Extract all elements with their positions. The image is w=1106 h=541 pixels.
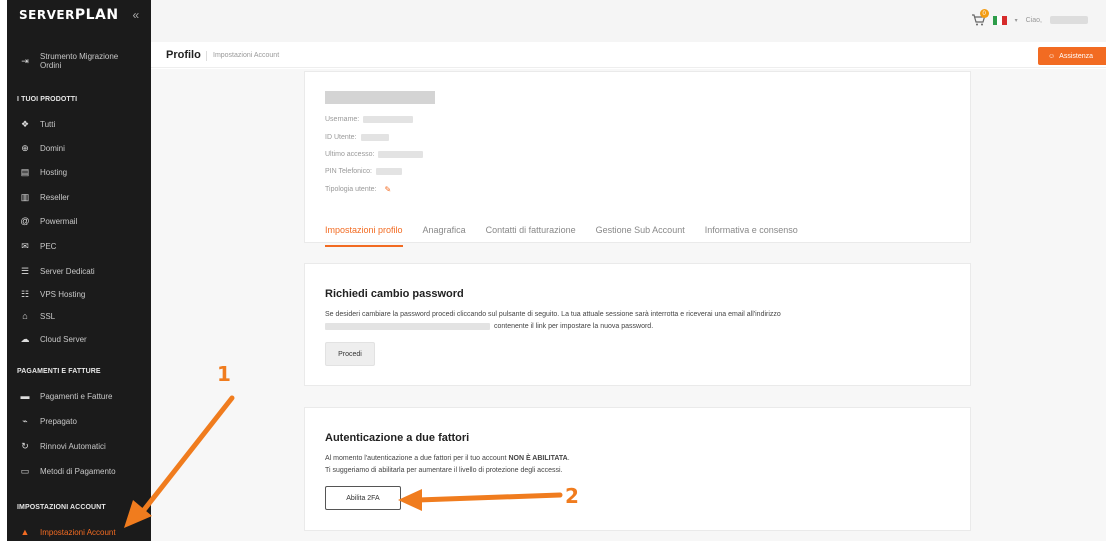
sidebar-item-pagamenti[interactable]: ▬ Pagamenti e Fatture xyxy=(7,390,151,402)
server-icon: ▤ xyxy=(20,166,30,177)
tfa-status-text: Al momento l'autenticazione a due fattor… xyxy=(325,455,570,462)
sidebar-item-server-dedicati[interactable]: ☰ Server Dedicati xyxy=(7,265,151,277)
sidebar-item-hosting[interactable]: ▤ Hosting xyxy=(7,166,151,178)
sidebar-item-prepagato[interactable]: ⌁ Prepagato xyxy=(7,415,151,427)
at-icon: @ xyxy=(20,216,30,226)
cloud-icon: ☁ xyxy=(20,333,30,344)
tab-gestione-sub-account[interactable]: Gestione Sub Account xyxy=(596,225,685,247)
tab-impostazioni-profilo[interactable]: Impostazioni profilo xyxy=(325,225,403,247)
password-description: Se desideri cambiare la password procedi… xyxy=(325,311,781,318)
main-content: Username: ID Utente: Ultimo accesso: PIN… xyxy=(151,69,1106,541)
breadcrumb-divider xyxy=(206,51,207,61)
sidebar-item-vps[interactable]: ☷ VPS Hosting xyxy=(7,288,151,300)
redacted-email xyxy=(325,323,490,330)
reseller-icon: ▥ xyxy=(20,191,30,202)
password-description-line2: contenente il link per impostare la nuov… xyxy=(325,323,653,330)
vps-icon: ☷ xyxy=(20,288,30,299)
sidebar-item-pec[interactable]: ✉ PEC xyxy=(7,240,151,252)
card-icon: ▭ xyxy=(20,465,30,476)
breadcrumb: Profilo Impostazioni Account ☺ Assistenz… xyxy=(151,42,1106,68)
pin-row: PIN Telefonico: xyxy=(325,168,402,175)
sidebar-item-impostazioni-account[interactable]: ▲ Impostazioni Account xyxy=(7,526,151,538)
grid-icon: ❖ xyxy=(20,118,30,129)
password-change-card: Richiedi cambio password Se desideri cam… xyxy=(304,263,971,386)
sidebar-item-domini[interactable]: ⊕ Domini xyxy=(7,142,151,154)
cart-icon[interactable]: 0 xyxy=(971,9,989,26)
wallet-icon: ⌁ xyxy=(22,415,28,426)
sidebar-item-migration[interactable]: ⇥ Strumento Migrazione Ordini xyxy=(7,52,151,70)
assistenza-button[interactable]: ☺ Assistenza xyxy=(1038,47,1106,65)
annotation-number-2: 2 xyxy=(565,484,579,508)
user-id-row: ID Utente: xyxy=(325,134,389,141)
tab-informativa-consenso[interactable]: Informativa e consenso xyxy=(705,225,798,247)
user-icon: ▲ xyxy=(20,527,30,537)
migrate-icon: ⇥ xyxy=(21,55,29,66)
last-access-row: Ultimo accesso: xyxy=(325,151,424,158)
sidebar-section-products: I TUOI PRODOTTI xyxy=(17,96,78,103)
annotation-number-1: 1 xyxy=(217,362,231,386)
user-type-row: Tipologia utente: ✎ xyxy=(325,185,392,194)
profile-tabs: Impostazioni profilo Anagrafica Contatti… xyxy=(325,225,798,247)
refresh-icon: ↻ xyxy=(21,440,29,451)
sidebar: SERVERPLAN « ⇥ Strumento Migrazione Ordi… xyxy=(7,0,151,541)
lock-icon: ⌂ xyxy=(22,311,28,321)
username-row: Username: xyxy=(325,116,414,123)
cart-count-badge: 0 xyxy=(979,9,989,18)
redacted-value xyxy=(360,134,389,141)
edit-icon[interactable]: ✎ xyxy=(385,185,392,194)
redacted-value xyxy=(375,168,402,175)
procedi-button[interactable]: Procedi xyxy=(325,342,375,366)
sidebar-item-label: Strumento Migrazione Ordini xyxy=(40,52,119,70)
sidebar-section-account: IMPOSTAZIONI ACCOUNT xyxy=(17,504,106,511)
password-card-title: Richiedi cambio password xyxy=(325,288,464,300)
tfa-card-title: Autenticazione a due fattori xyxy=(325,432,470,444)
sidebar-item-rinnovi[interactable]: ↻ Rinnovi Automatici xyxy=(7,440,151,452)
tab-contatti-fatturazione[interactable]: Contatti di fatturazione xyxy=(486,225,576,247)
tab-anagrafica[interactable]: Anagrafica xyxy=(423,225,466,247)
two-factor-card: Autenticazione a due fattori Al momento … xyxy=(304,407,971,531)
redacted-value xyxy=(378,151,424,158)
sidebar-item-tutti[interactable]: ❖ Tutti xyxy=(7,118,151,130)
abilita-2fa-button[interactable]: Abilita 2FA xyxy=(325,486,401,510)
brand: SERVERPLAN « xyxy=(7,0,151,30)
breadcrumb-current: Impostazioni Account xyxy=(213,52,280,59)
sidebar-item-metodi[interactable]: ▭ Metodi di Pagamento xyxy=(7,465,151,477)
sidebar-item-powermail[interactable]: @ Powermail xyxy=(7,215,151,227)
italy-flag-icon[interactable] xyxy=(992,15,1007,25)
sidebar-section-payments: PAGAMENTI E FATTURE xyxy=(17,368,101,375)
sidebar-item-reseller[interactable]: ▥ Reseller xyxy=(7,191,151,203)
mail-icon: ✉ xyxy=(21,240,29,251)
chevron-down-icon[interactable]: ▾ xyxy=(1015,17,1018,24)
greeting: Ciao, xyxy=(1025,16,1042,24)
sidebar-item-cloud[interactable]: ☁ Cloud Server xyxy=(7,333,151,345)
page-title: Profilo xyxy=(166,49,201,61)
tfa-suggestion-text: Ti suggeriamo di abilitarla per aumentar… xyxy=(325,467,563,474)
profile-name-redacted xyxy=(325,91,435,104)
globe-icon: ⊕ xyxy=(21,142,29,153)
support-icon: ☺ xyxy=(1048,52,1056,60)
user-name-redacted[interactable] xyxy=(1050,16,1088,24)
folder-icon: ▬ xyxy=(20,391,30,401)
rack-icon: ☰ xyxy=(20,265,30,276)
tfa-status-badge: NON È ABILITATA xyxy=(508,455,568,462)
topbar: 0 ▾ Ciao, xyxy=(151,0,1106,42)
sidebar-item-ssl[interactable]: ⌂ SSL xyxy=(7,310,151,322)
redacted-value xyxy=(363,116,414,123)
profile-card: Username: ID Utente: Ultimo accesso: PIN… xyxy=(304,71,971,247)
double-chevron-left-icon[interactable]: « xyxy=(133,8,140,22)
brand-logo[interactable]: SERVERPLAN xyxy=(19,7,119,23)
